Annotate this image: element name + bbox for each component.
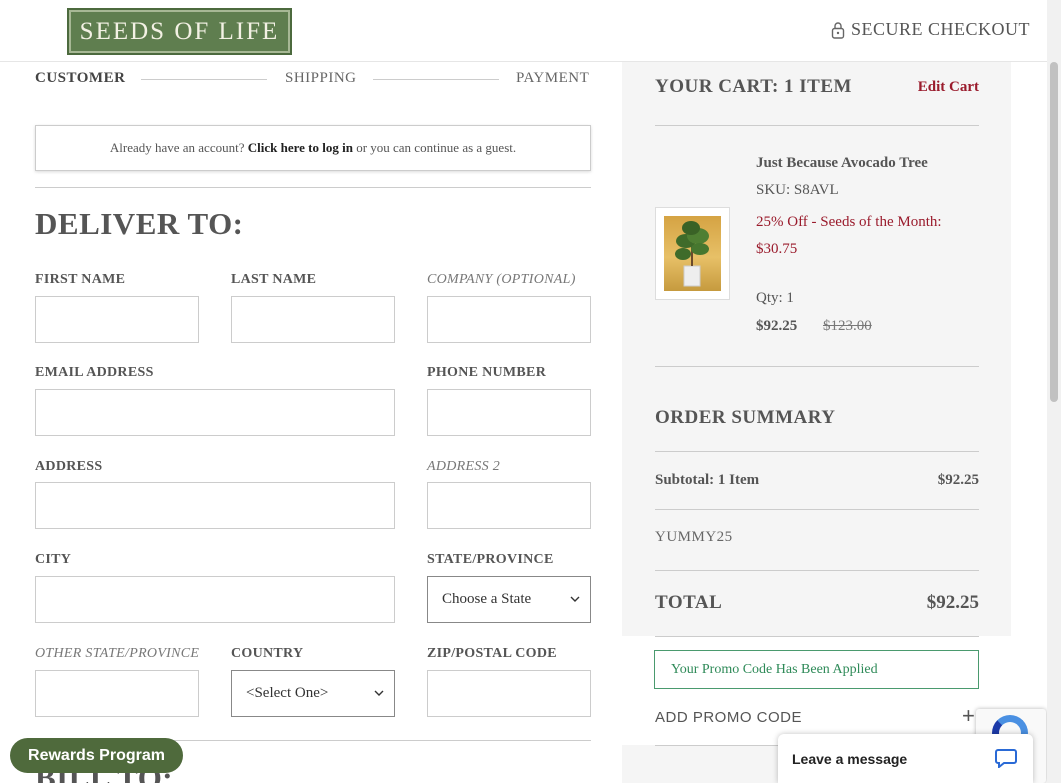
promo-applied-message: Your Promo Code Has Been Applied <box>654 650 979 689</box>
zip-input[interactable] <box>427 670 591 717</box>
other-state-label: OTHER STATE/PROVINCE <box>35 646 200 661</box>
city-input[interactable] <box>35 576 395 623</box>
login-suffix: or you can continue as a guest. <box>356 140 517 155</box>
divider <box>655 451 979 452</box>
state-select[interactable]: Choose a State <box>427 576 591 623</box>
chevron-down-icon <box>570 596 580 602</box>
rewards-program-button[interactable]: Rewards Program <box>10 738 183 773</box>
secure-checkout-label: SECURE CHECKOUT <box>850 19 1030 39</box>
company-label: COMPANY (OPTIONAL) <box>427 272 576 287</box>
divider <box>655 509 979 510</box>
chevron-down-icon <box>374 690 384 696</box>
divider <box>655 636 979 637</box>
address2-label: ADDRESS 2 <box>427 459 501 474</box>
order-summary-heading: ORDER SUMMARY <box>655 407 836 428</box>
applied-promo-code: YUMMY25 <box>655 529 733 545</box>
subtotal-label: Subtotal: 1 Item <box>655 472 760 488</box>
address-label: ADDRESS <box>35 459 103 474</box>
cart-panel <box>622 62 1011 636</box>
product-name[interactable]: Just Because Avocado Tree <box>756 155 928 172</box>
divider <box>655 366 979 367</box>
first-name-input[interactable] <box>35 296 199 343</box>
country-label: COUNTRY <box>231 646 304 661</box>
email-label: EMAIL ADDRESS <box>35 365 154 380</box>
subtotal-value: $92.25 <box>937 472 979 488</box>
step-shipping[interactable]: SHIPPING <box>285 70 357 87</box>
city-label: CITY <box>35 552 72 567</box>
chat-label: Leave a message <box>792 751 908 767</box>
login-prompt: Already have an account? Click here to l… <box>35 125 591 171</box>
plus-icon[interactable]: + <box>962 703 975 729</box>
product-thumbnail[interactable] <box>655 207 730 300</box>
phone-input[interactable] <box>427 389 591 436</box>
country-selected-value: <Select One> <box>246 685 329 701</box>
product-promo: 25% Off - Seeds of the Month: $30.75 <box>756 214 942 257</box>
site-logo[interactable]: SEEDS OF LIFE <box>67 8 292 55</box>
last-name-label: LAST NAME <box>231 272 317 287</box>
step-divider <box>373 79 499 80</box>
cart-title: YOUR CART: 1 ITEM <box>655 76 852 97</box>
step-divider <box>141 79 267 80</box>
product-price: $92.25 <box>756 318 798 334</box>
last-name-input[interactable] <box>231 296 395 343</box>
zip-label: ZIP/POSTAL CODE <box>427 646 557 661</box>
product-sku: SKU: S8AVL <box>756 182 839 198</box>
page-scrollbar[interactable] <box>1047 0 1061 783</box>
scrollbar-thumb[interactable] <box>1050 62 1058 402</box>
divider <box>655 570 979 571</box>
edit-cart-link[interactable]: Edit Cart <box>918 79 979 96</box>
state-selected-value: Choose a State <box>442 591 532 607</box>
address-input[interactable] <box>35 482 395 529</box>
other-state-input[interactable] <box>35 670 199 717</box>
add-promo-code-toggle[interactable]: ADD PROMO CODE <box>655 709 802 726</box>
product-old-price: $123.00 <box>823 318 872 334</box>
address2-input[interactable] <box>427 482 591 529</box>
checkout-steps: CUSTOMER SHIPPING PAYMENT <box>35 70 591 90</box>
avocado-tree-image <box>664 216 721 291</box>
chat-widget[interactable]: Leave a message <box>778 734 1033 783</box>
product-qty: Qty: 1 <box>756 290 794 306</box>
step-customer[interactable]: CUSTOMER <box>35 70 125 87</box>
login-link[interactable]: Click here to log in <box>248 140 353 156</box>
lock-icon <box>831 21 845 39</box>
state-label: STATE/PROVINCE <box>427 552 554 567</box>
first-name-label: FIRST NAME <box>35 272 126 287</box>
country-select[interactable]: <Select One> <box>231 670 395 717</box>
company-input[interactable] <box>427 296 591 343</box>
total-value: $92.25 <box>926 592 979 613</box>
phone-label: PHONE NUMBER <box>427 365 547 380</box>
login-prefix: Already have an account? <box>109 140 245 155</box>
divider <box>35 187 591 188</box>
secure-checkout-indicator: SECURE CHECKOUT <box>831 19 1030 40</box>
step-payment[interactable]: PAYMENT <box>516 70 589 87</box>
total-label: TOTAL <box>655 592 723 613</box>
logo-text: SEEDS OF LIFE <box>79 17 280 45</box>
deliver-to-heading: DELIVER TO: <box>35 206 244 241</box>
divider <box>655 125 979 126</box>
chat-bubble-icon <box>995 749 1017 768</box>
email-input[interactable] <box>35 389 395 436</box>
site-header: SEEDS OF LIFE SECURE CHECKOUT <box>0 0 1047 62</box>
